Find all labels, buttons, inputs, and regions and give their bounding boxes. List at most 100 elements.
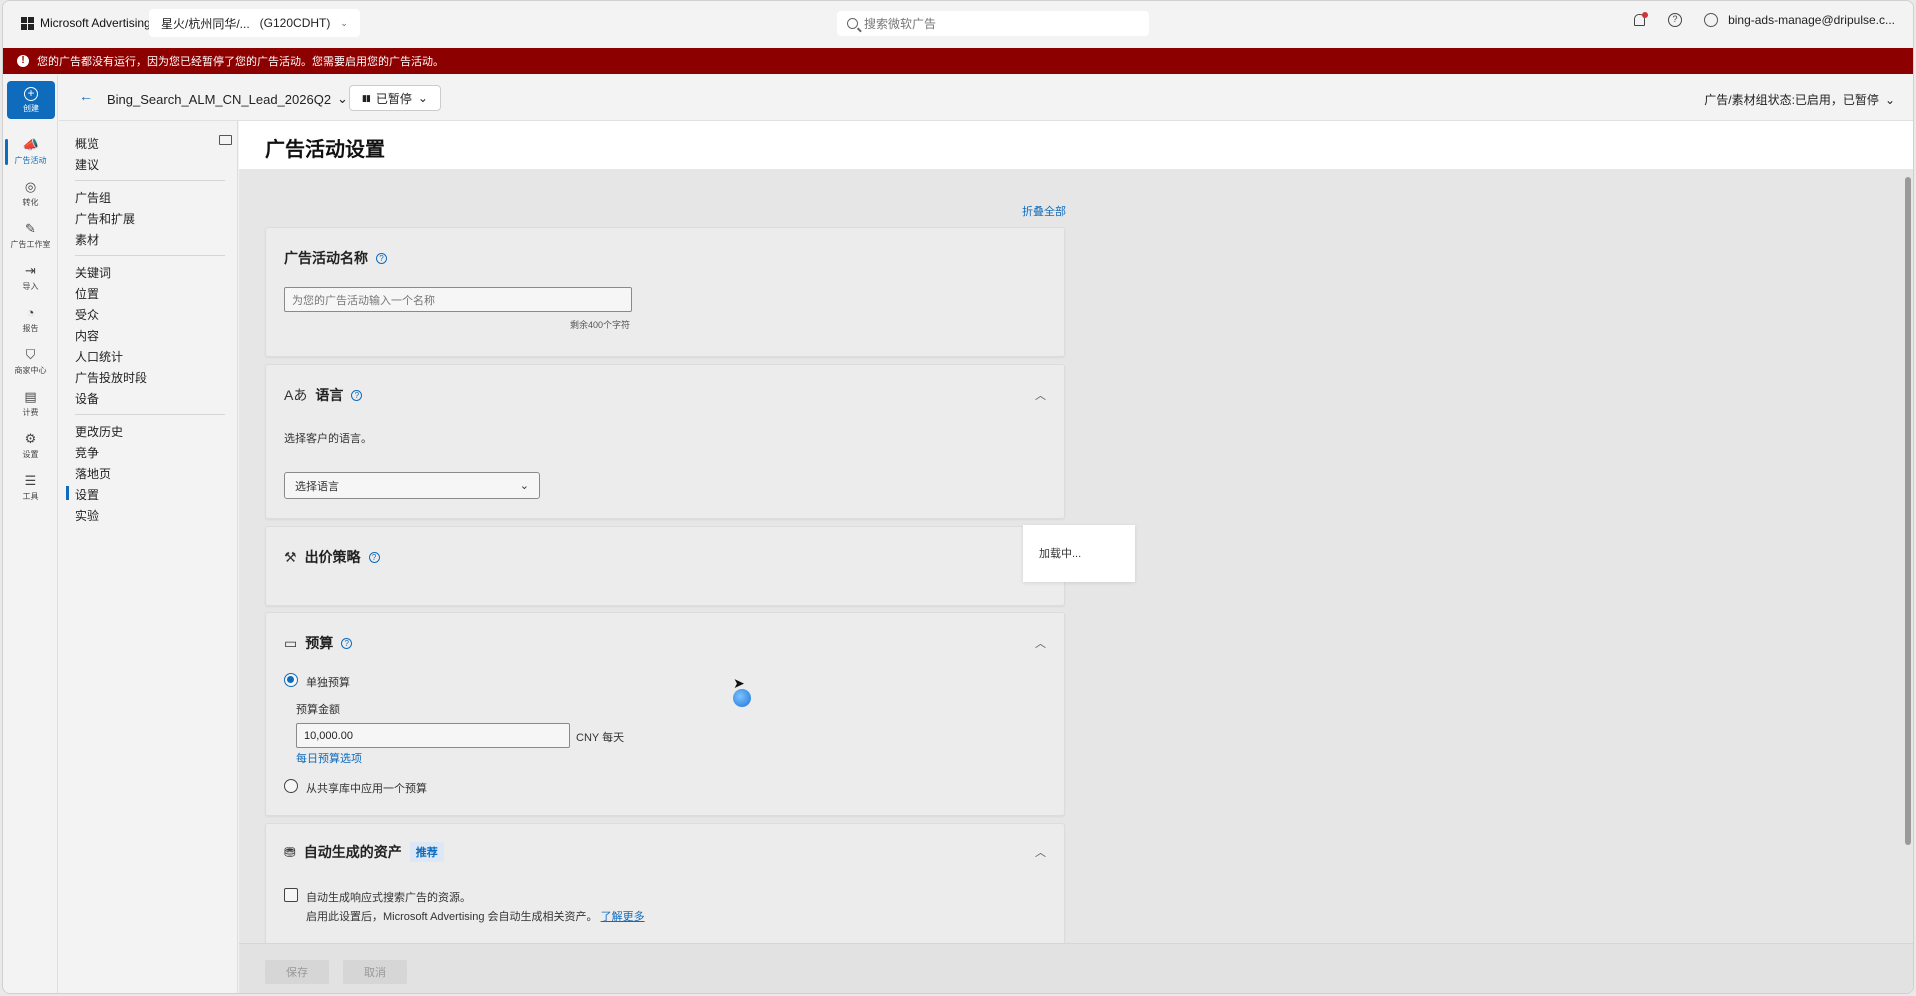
campaign-selector[interactable]: Bing_Search_ALM_CN_Lead_2026Q2 ⌄ [107,91,348,107]
language-select-value: 选择语言 [295,480,339,493]
campaign-name-section: 广告活动名称 ? 为您的广告活动输入一个名称 剩余400个字符 [265,227,1065,357]
subnav-item-change-history[interactable]: 更改历史 [75,423,123,440]
bid-strategy-section: ⚒ 出价策略 ? [265,526,1065,606]
subnav-item-landing-pages[interactable]: 落地页 [75,465,111,482]
language-icon: Aあ [284,387,308,403]
subnav-item-devices[interactable]: 设备 [75,390,99,407]
billing-icon: ▤ [24,389,37,404]
rail-label: 广告活动 [14,156,47,165]
rail-item-tools[interactable]: ☰ 工具 [3,473,58,502]
subnav-item-ad-schedule[interactable]: 广告投放时段 [75,369,147,386]
cancel-button[interactable]: 取消 [343,960,407,984]
page-header: 广告活动设置 [239,121,1913,169]
section-title: 广告活动名称 ? [284,248,387,268]
budget-currency-unit: CNY 每天 [576,732,625,744]
help-circle-icon[interactable]: ? [368,551,380,563]
rail-item-billing[interactable]: ▤ 计费 [3,389,58,418]
rail-item-ad-studio[interactable]: ✎ 广告工作室 [3,221,58,250]
footer-actions: 保存 取消 [239,943,1913,993]
account-selector[interactable]: 星火/杭州同华/... (G120CDHT) ⌄ [149,9,360,37]
help-circle-icon[interactable]: ? [341,637,353,649]
gear-icon: ⚙ [24,431,37,446]
subnav-item-competition[interactable]: 竞争 [75,444,99,461]
language-select[interactable]: 选择语言 ⌄ [284,472,540,499]
section-title-text: 语言 [315,387,344,403]
help-icon[interactable]: ? [1668,13,1683,27]
left-rail: + 创建 📣 广告活动 ◎ 转化 ✎ 广告工作室 ⇥ 导入 ◔ 报告 ⛉ 商家中… [3,75,58,993]
subnav-item-audiences[interactable]: 受众 [75,306,99,323]
top-right-actions: ? bing-ads-manage@dripulse.c... [1632,12,1895,27]
rail-item-settings[interactable]: ⚙ 设置 [3,431,58,460]
rail-item-merchant-center[interactable]: ⛉ 商家中心 [3,347,58,376]
campaign-status-dropdown[interactable]: ▮▮ 已暂停 ⌄ [349,85,441,111]
user-menu[interactable]: bing-ads-manage@dripulse.c... [1704,13,1895,27]
ad-group-status-filter[interactable]: 广告/素材组状态:已启用，已暂停 ⌄ [1704,91,1895,108]
subnav-item-content[interactable]: 内容 [75,327,99,344]
import-icon: ⇥ [25,263,36,278]
report-icon: ◔ [26,305,35,320]
subnav-item-ads-extensions[interactable]: 广告和扩展 [75,210,135,227]
divider [75,180,225,181]
chevron-up-icon[interactable]: ︿ [1035,635,1046,651]
daily-budget-options-link[interactable]: 每日预算选项 [296,750,362,766]
subnav-item-experiments[interactable]: 实验 [75,507,99,524]
warning-icon: ! [17,55,29,67]
rail-item-reports[interactable]: ◔ 报告 [3,305,58,334]
learn-more-link[interactable]: 了解更多 [601,911,645,923]
rail-label: 商家中心 [14,366,47,375]
chevron-up-icon[interactable]: ︿ [1035,387,1046,403]
user-avatar-icon [1704,13,1719,27]
subnav-item-locations[interactable]: 位置 [75,285,99,302]
subnav-item-assets[interactable]: 素材 [75,231,99,248]
main-content: 广告活动设置 折叠全部 广告活动名称 ? 为您的广告活动输入一个名称 剩余400… [239,121,1913,993]
shared-budget-label: 从共享库中应用一个预算 [306,783,427,795]
search-input[interactable]: 搜索微软广告 [864,15,936,32]
tools-icon: ☰ [24,473,37,488]
section-title: ▭ 预算 ? [284,633,353,653]
shopping-bag-icon: ⛉ [25,347,36,362]
collapse-panel-icon[interactable] [219,135,232,145]
loading-popup: 加载中... [1023,525,1135,582]
rail-item-campaigns[interactable]: 📣 广告活动 [3,137,58,166]
notification-bell-icon[interactable] [1632,12,1649,27]
app-window: Microsoft Advertising 星火/杭州同华/... (G120C… [2,0,1914,994]
campaign-name: Bing_Search_ALM_CN_Lead_2026Q2 [107,91,332,107]
rail-item-conversions[interactable]: ◎ 转化 [3,179,58,208]
subnav-item-ad-groups[interactable]: 广告组 [75,189,111,206]
auto-generate-checkbox[interactable] [284,888,298,902]
shared-budget-radio[interactable] [284,779,298,793]
create-button[interactable]: + 创建 [7,81,55,119]
banner-message: 您的广告都没有运行，因为您已经暂停了您的广告活动。您需要启用您的广告活动。 [37,56,444,68]
auto-generate-label: 自动生成响应式搜索广告的资源。 [306,892,471,904]
auto-assets-icon: ⛃ [284,843,296,860]
studio-icon: ✎ [25,221,36,236]
save-button[interactable]: 保存 [265,960,329,984]
collapse-all-link[interactable]: 折叠全部 [1022,203,1066,219]
budget-amount-input[interactable]: 10,000.00 [296,723,570,748]
chevron-down-icon: ⌄ [340,17,348,28]
individual-budget-radio[interactable] [284,673,298,687]
help-circle-icon[interactable]: ? [376,252,387,264]
user-email: bing-ads-manage@dripulse.c... [1728,13,1895,27]
microsoft-logo-icon [21,16,34,30]
auto-generated-assets-section: ⛃ 自动生成的资产 推荐 ︿ 自动生成响应式搜索广告的资源。 启用此设置后，Mi… [265,823,1065,953]
rail-label: 计费 [22,408,39,417]
budget-section: ▭ 预算 ? ︿ 单独预算 预算金额 10,000.00 CNY 每天 每日预算… [265,612,1065,816]
search-box[interactable]: 搜索微软广告 [837,11,1149,36]
subnav-item-keywords[interactable]: 关键词 [75,264,111,281]
rail-item-import[interactable]: ⇥ 导入 [3,263,58,292]
subnav-item-demographics[interactable]: 人口统计 [75,348,123,365]
help-circle-icon[interactable]: ? [351,389,363,401]
campaign-name-input[interactable]: 为您的广告活动输入一个名称 [284,287,632,312]
gavel-icon: ⚒ [284,548,297,565]
chevron-up-icon[interactable]: ︿ [1035,844,1046,860]
subnav-item-overview[interactable]: 概览 [75,135,99,152]
campaign-header-bar: ← Bing_Search_ALM_CN_Lead_2026Q2 ⌄ ▮▮ 已暂… [59,75,1913,121]
auto-generate-description: 启用此设置后，Microsoft Advertising 会自动生成相关资产。 … [306,908,645,924]
subnav-item-settings[interactable]: 设置 [65,486,99,503]
divider [75,255,225,256]
back-arrow-icon[interactable]: ← [79,88,93,104]
brand[interactable]: Microsoft Advertising [21,16,151,30]
subnav-item-recommendations[interactable]: 建议 [75,156,99,173]
content-scrollbar[interactable] [1905,177,1911,845]
